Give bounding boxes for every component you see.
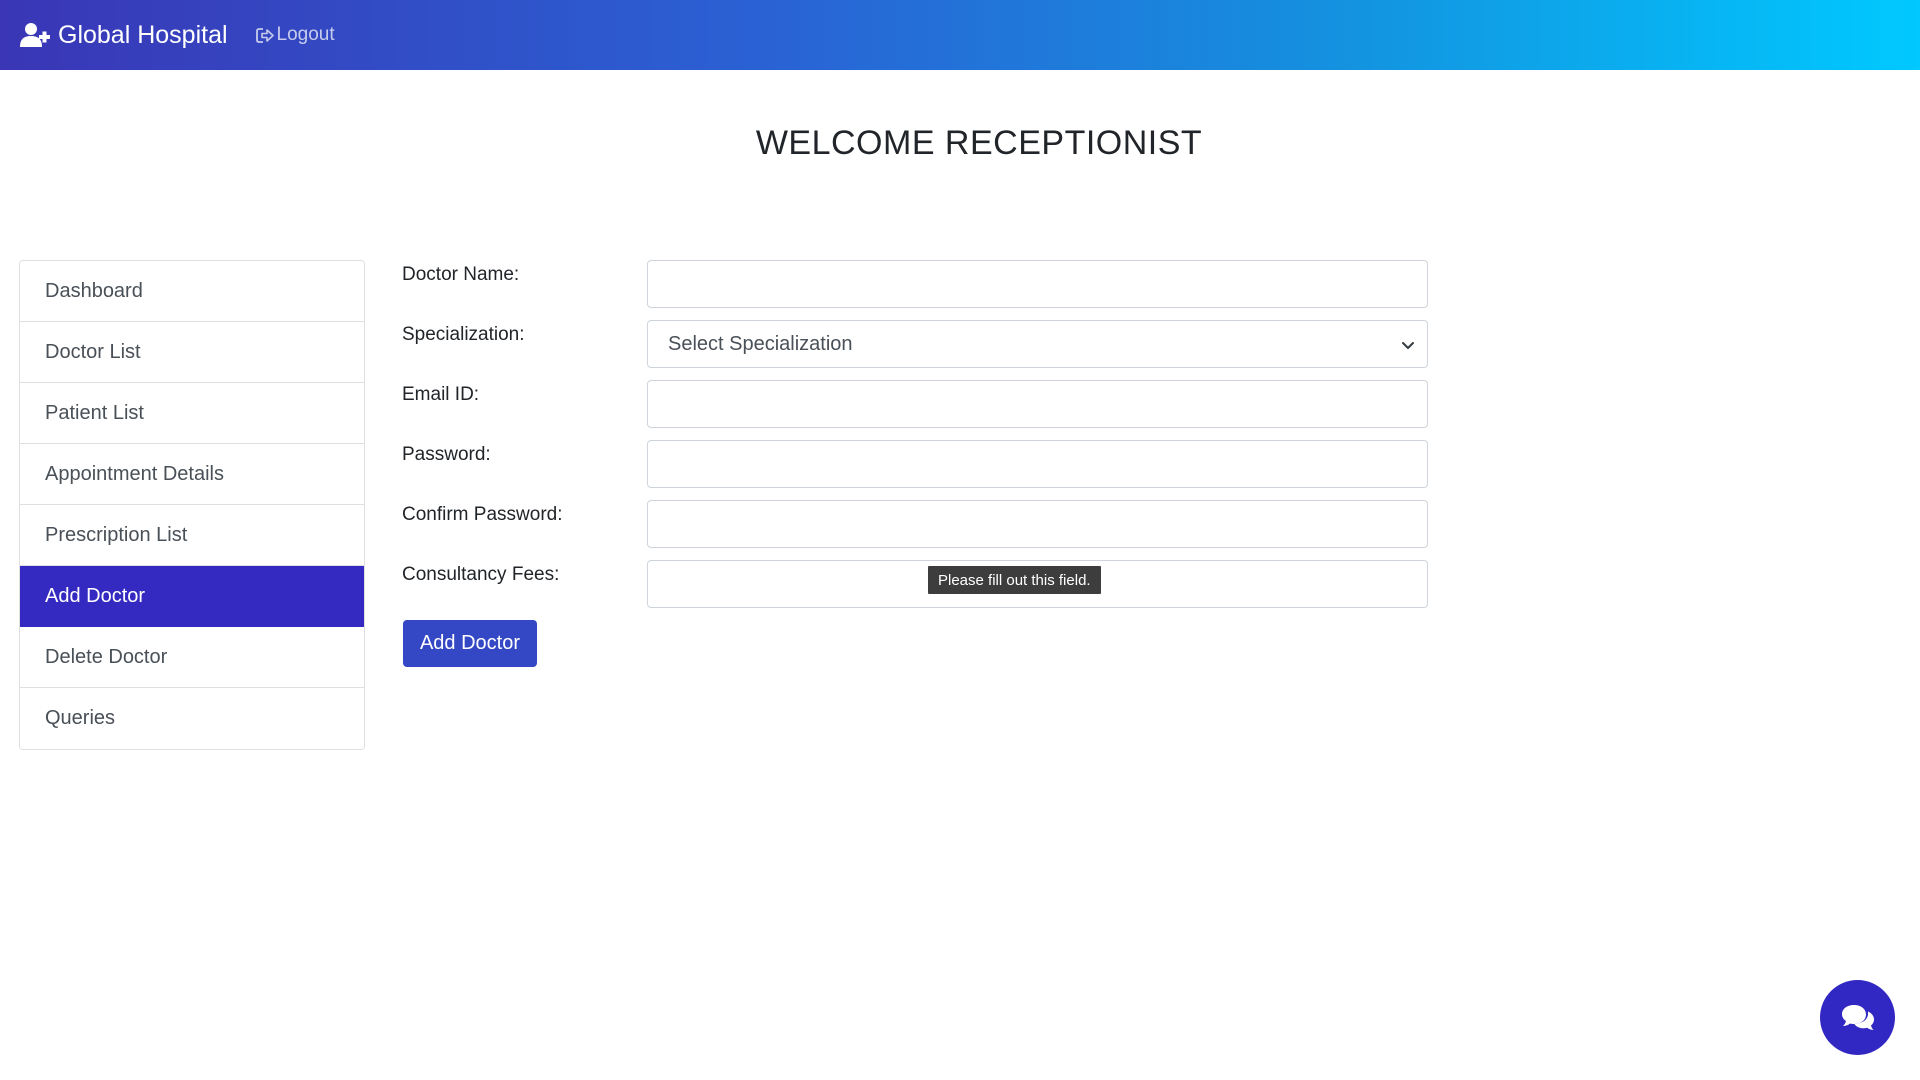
logout-label: Logout — [276, 24, 335, 45]
validation-tooltip: Please fill out this field. — [928, 566, 1101, 594]
sidebar-item-delete-doctor[interactable]: Delete Doctor — [20, 627, 364, 688]
brand-link[interactable]: Global Hospital — [20, 21, 228, 50]
doctor-name-label: Doctor Name: — [402, 264, 520, 285]
navbar: Global Hospital Logout — [0, 0, 1920, 70]
comments-icon — [1841, 1004, 1874, 1030]
sidebar-item-add-doctor[interactable]: Add Doctor — [20, 566, 364, 627]
sidebar-item-label: Doctor List — [45, 340, 141, 363]
form-row-doctor-name: Doctor Name: — [402, 260, 1428, 308]
sidebar-item-label: Appointment Details — [45, 462, 224, 485]
confirm-password-label: Confirm Password: — [402, 504, 563, 525]
user-plus-icon — [20, 23, 50, 47]
page-title: WELCOME RECEPTIONIST — [755, 124, 1203, 162]
sidebar-item-label: Delete Doctor — [45, 645, 168, 668]
sidebar-item-label: Queries — [45, 707, 116, 729]
confirm-password-input[interactable] — [647, 500, 1428, 548]
sidebar-item-dashboard[interactable]: Dashboard — [20, 261, 364, 322]
sidebar-item-prescription-list[interactable]: Prescription List — [20, 505, 364, 566]
brand-title: Global Hospital — [58, 20, 228, 49]
fees-label: Consultancy Fees: — [402, 564, 560, 585]
logout-link[interactable]: Logout — [255, 24, 335, 46]
password-label: Password: — [402, 444, 491, 465]
sidebar-item-patient-list[interactable]: Patient List — [20, 383, 364, 444]
sidebar-list: Dashboard Doctor List Patient List Appoi… — [19, 260, 365, 750]
sidebar-item-label: Add Doctor — [45, 584, 146, 607]
sidebar-item-label: Patient List — [45, 401, 144, 424]
specialization-selected-value: Select Specialization — [668, 332, 853, 355]
email-label: Email ID: — [402, 384, 480, 405]
sidebar-item-label: Dashboard — [45, 279, 143, 302]
sign-out-icon — [255, 27, 274, 43]
form-row-confirm-password: Confirm Password: — [402, 500, 1428, 548]
add-doctor-button[interactable]: Add Doctor — [403, 620, 537, 667]
sidebar-item-appointment-details[interactable]: Appointment Details — [20, 444, 364, 505]
specialization-select[interactable]: Select Specialization — [647, 320, 1428, 368]
password-input[interactable] — [647, 440, 1428, 488]
sidebar-item-label: Prescription List — [45, 523, 188, 546]
specialization-label: Specialization: — [402, 324, 525, 345]
form-row-specialization: Specialization: Select Specialization — [402, 320, 1428, 368]
sidebar-item-queries[interactable]: Queries — [20, 688, 364, 749]
doctor-name-input[interactable] — [647, 260, 1428, 308]
form-row-fees: Consultancy Fees: — [402, 560, 1428, 608]
chat-button[interactable] — [1820, 980, 1895, 1055]
sidebar-item-doctor-list[interactable]: Doctor List — [20, 322, 364, 383]
email-input[interactable] — [647, 380, 1428, 428]
form-row-password: Password: — [402, 440, 1428, 488]
chevron-down-icon — [1402, 342, 1414, 349]
form-row-email: Email ID: — [402, 380, 1428, 428]
